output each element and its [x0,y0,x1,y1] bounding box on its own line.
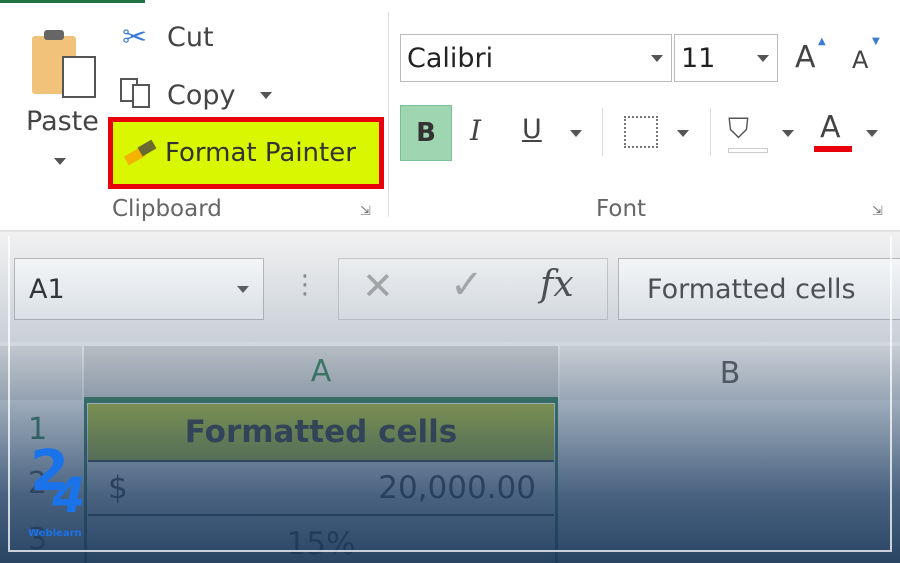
bold-button[interactable]: B [400,105,452,161]
paintbrush-icon [123,139,157,166]
cell-a3[interactable]: 15% [88,518,554,563]
cell-a2[interactable]: $ 20,000.00 [88,460,554,516]
chevron-down-icon [651,54,663,62]
borders-dropdown-icon[interactable] [677,130,689,137]
select-all-corner[interactable] [0,346,82,400]
font-launcher-icon[interactable]: ⇲ [872,204,883,219]
currency-symbol: $ [108,470,128,506]
clipboard-launcher-icon[interactable]: ⇲ [360,204,371,219]
font-color-dropdown-icon[interactable] [866,130,878,137]
name-box-value: A1 [29,273,65,305]
more-options-icon[interactable]: ⋮ [292,270,318,300]
font-group-label: Font [596,196,647,222]
fill-color-icon[interactable]: ⛉ [728,112,749,146]
grow-arrow-icon: ▲ [818,36,826,47]
paste-button[interactable]: Paste [26,106,99,137]
grow-font-button[interactable]: A [795,40,816,75]
italic-button[interactable]: I [470,114,481,147]
underline-button[interactable]: U [522,114,542,145]
copy-icon [120,78,154,108]
divider [602,108,603,156]
font-size-value: 11 [681,42,716,74]
formula-input[interactable]: Formatted cells [618,258,900,320]
chevron-down-icon [237,285,249,293]
font-size-select[interactable]: 11 [674,34,778,82]
format-painter-label: Format Painter [165,138,356,168]
logo-4: 4 [52,468,86,524]
copy-button[interactable]: Copy [167,80,236,111]
cancel-button[interactable]: ✕ [362,264,394,308]
weblearn-logo: 2 4 Weblearn [28,444,103,544]
format-painter-button[interactable]: Format Painter [108,117,384,189]
scissors-icon: ✂ [122,20,148,55]
cut-button[interactable]: Cut [167,22,214,53]
copy-dropdown-icon[interactable] [260,92,272,99]
paste-icon[interactable] [28,28,103,98]
enter-button[interactable]: ✓ [450,262,484,308]
insert-function-button[interactable]: fx [540,264,574,305]
underline-dropdown-icon[interactable] [570,130,582,137]
borders-icon[interactable] [624,116,658,148]
fill-color-dropdown-icon[interactable] [782,130,794,137]
paste-dropdown-icon[interactable] [54,158,66,165]
divider [710,108,711,156]
group-divider [388,12,389,217]
chevron-down-icon [757,54,769,62]
fill-color-swatch [728,148,768,153]
formula-content: Formatted cells [647,273,856,305]
logo-text: Weblearn [28,528,82,539]
name-box[interactable]: A1 [14,258,264,320]
cell-a2-value: 20,000.00 [378,470,536,506]
font-color-swatch [814,146,852,152]
shrink-font-button[interactable]: A [852,46,868,74]
font-name-select[interactable]: Calibri [400,34,672,82]
column-header-b[interactable]: B [560,346,900,400]
shrink-arrow-icon: ▼ [872,36,880,47]
column-header-a[interactable]: A [84,346,558,400]
font-color-button[interactable]: A [820,110,841,145]
active-tab-indicator [0,0,145,3]
clipboard-group-label: Clipboard [112,196,222,222]
font-name-value: Calibri [407,42,494,74]
cell-a1[interactable]: Formatted cells [88,404,554,460]
